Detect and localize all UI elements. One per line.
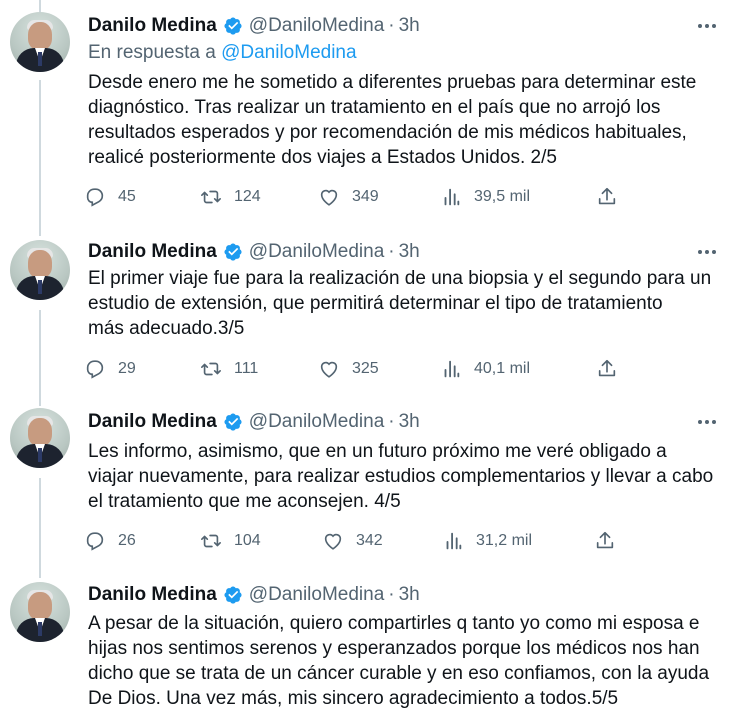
timestamp[interactable]: 3h (399, 241, 420, 263)
avatar[interactable] (10, 582, 70, 642)
retweet-count: 111 (234, 360, 259, 377)
avatar[interactable] (10, 408, 70, 468)
author-name[interactable]: Danilo Medina (88, 241, 217, 263)
views-count: 40,1 mil (474, 360, 531, 377)
retweet-count: 124 (234, 188, 261, 205)
views-chart-icon (444, 188, 460, 206)
views-chart-icon (444, 360, 460, 378)
reply-button[interactable]: 26 (84, 530, 136, 552)
more-options-icon[interactable] (695, 240, 719, 264)
share-icon (598, 187, 616, 205)
views-button[interactable]: 31,2 mil (442, 530, 532, 552)
reply-mention-link[interactable]: @DaniloMedina (221, 42, 356, 63)
tweet[interactable]: Danilo Medina @DaniloMedina · 3h A pesar… (0, 576, 743, 711)
share-button[interactable] (594, 530, 616, 552)
tweet-text: Les informo, asimismo, que en un futuro … (88, 441, 714, 512)
like-button[interactable]: 342 (322, 530, 383, 552)
author-handle[interactable]: @DaniloMedina (249, 15, 384, 37)
author-name[interactable]: Danilo Medina (88, 411, 217, 433)
tweet[interactable]: Danilo Medina @DaniloMedina · 3h Les inf… (0, 404, 743, 576)
like-button[interactable]: 349 (318, 186, 379, 208)
tweet[interactable]: Danilo Medina @DaniloMedina · 3h En resp… (0, 0, 743, 236)
reply-count: 29 (118, 360, 136, 377)
separator: · (388, 584, 395, 605)
retweet-button[interactable]: 104 (200, 530, 261, 552)
views-count: 31,2 mil (476, 532, 533, 549)
retweet-button[interactable]: 111 (200, 358, 258, 380)
verified-badge-icon (224, 413, 242, 431)
share-icon (598, 359, 616, 377)
avatar[interactable] (10, 240, 70, 300)
reply-count: 26 (118, 532, 136, 549)
more-options-icon[interactable] (695, 410, 719, 434)
author-handle[interactable]: @DaniloMedina (249, 411, 384, 433)
separator: · (388, 15, 395, 36)
like-count: 342 (356, 532, 383, 549)
reply-context: En respuesta a @DaniloMedina (88, 42, 357, 64)
share-icon (596, 531, 614, 549)
author-name[interactable]: Danilo Medina (88, 584, 217, 606)
timestamp[interactable]: 3h (399, 584, 420, 606)
action-bar: 29 111 325 40,1 mil (84, 358, 644, 382)
share-button[interactable] (596, 186, 618, 208)
like-button[interactable]: 325 (318, 358, 379, 380)
tweet-text: Desde enero me he sometido a diferentes … (88, 72, 697, 168)
more-options-icon[interactable] (695, 14, 719, 38)
like-count: 349 (352, 188, 379, 205)
reply-prefix: En respuesta a (88, 42, 216, 63)
reply-icon (86, 188, 104, 207)
action-bar: 26 104 342 31,2 mil (84, 530, 644, 554)
reply-icon (86, 532, 104, 551)
retweet-icon (201, 190, 221, 204)
views-button[interactable]: 40,1 mil (440, 358, 530, 380)
reply-count: 45 (118, 188, 136, 205)
author-handle[interactable]: @DaniloMedina (249, 584, 384, 606)
author-handle[interactable]: @DaniloMedina (249, 241, 384, 263)
tweet-text: El primer viaje fue para la realización … (88, 268, 712, 339)
verified-badge-icon (224, 243, 242, 261)
reply-icon (86, 360, 104, 379)
retweet-button[interactable]: 124 (200, 186, 261, 208)
avatar[interactable] (10, 12, 70, 72)
action-bar: 45 124 349 39,5 mil (84, 186, 644, 210)
verified-badge-icon (224, 586, 242, 604)
heart-icon (320, 189, 338, 206)
author-name[interactable]: Danilo Medina (88, 15, 217, 37)
reply-button[interactable]: 29 (84, 358, 136, 380)
retweet-icon (201, 534, 221, 548)
like-count: 325 (352, 360, 379, 377)
retweet-count: 104 (234, 532, 261, 549)
views-chart-icon (446, 532, 462, 550)
reply-button[interactable]: 45 (84, 186, 136, 208)
tweet-text: A pesar de la situación, quiero comparti… (88, 613, 710, 709)
separator: · (388, 241, 395, 262)
retweet-icon (201, 362, 221, 376)
views-button[interactable]: 39,5 mil (440, 186, 530, 208)
share-button[interactable] (596, 358, 618, 380)
timestamp[interactable]: 3h (399, 15, 420, 37)
timestamp[interactable]: 3h (399, 411, 420, 433)
heart-icon (320, 361, 338, 378)
tweet[interactable]: Danilo Medina @DaniloMedina · 3h El prim… (0, 236, 743, 404)
views-count: 39,5 mil (474, 188, 531, 205)
separator: · (388, 411, 395, 432)
heart-icon (324, 533, 342, 550)
verified-badge-icon (224, 17, 242, 35)
